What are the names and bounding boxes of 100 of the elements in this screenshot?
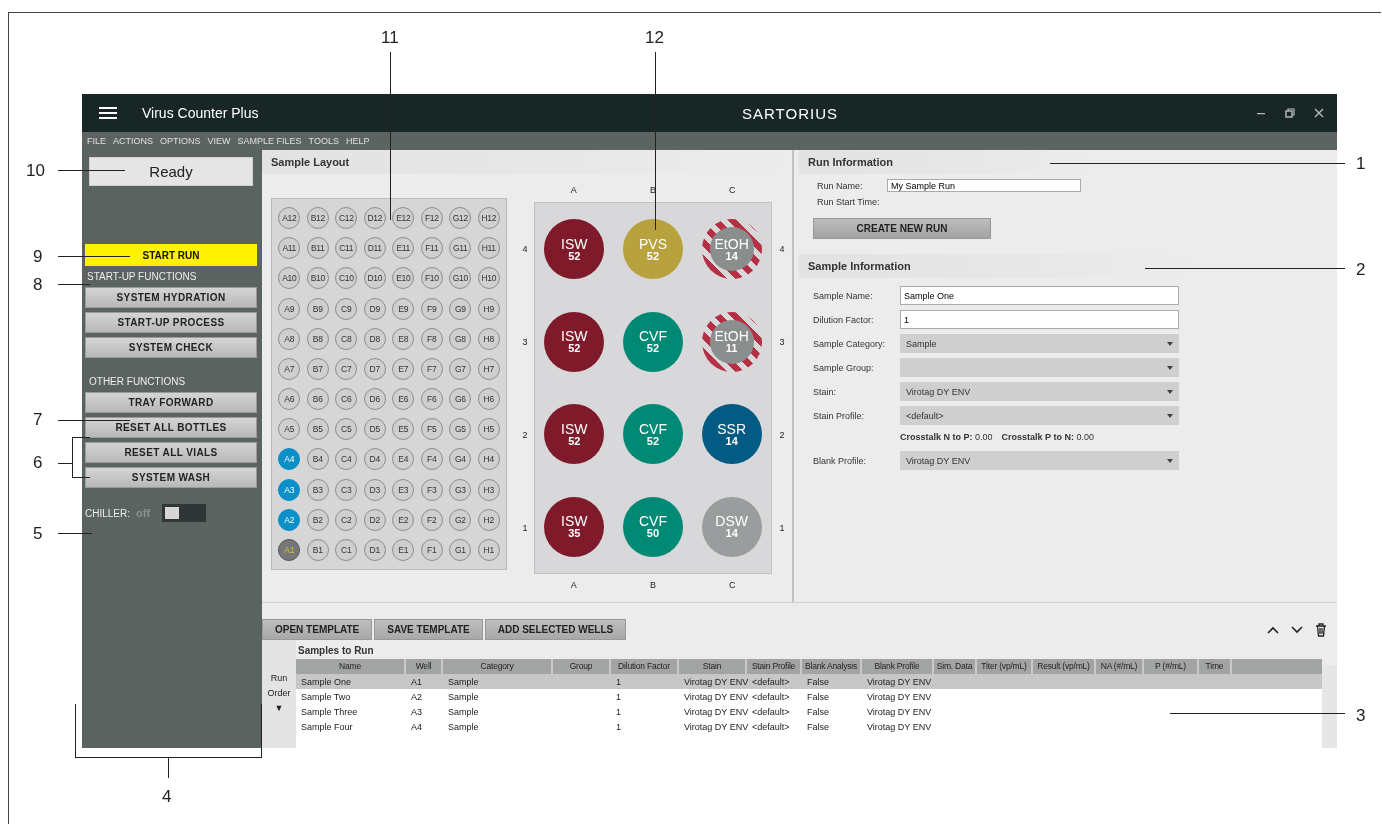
function-button[interactable]: START-UP PROCESS	[85, 312, 257, 333]
restore-icon[interactable]	[1285, 108, 1295, 118]
well[interactable]: G7	[449, 357, 472, 380]
bottle[interactable]: ISW 52	[544, 404, 605, 465]
table-row[interactable]: Sample Two A2 Sample 1 Virotag DY ENV <default> False Virotag DY ENV	[296, 689, 1322, 704]
down-chevron-icon[interactable]	[1291, 625, 1303, 634]
well[interactable]: F5	[420, 418, 443, 441]
well[interactable]: C4	[335, 448, 358, 471]
well[interactable]: G4	[449, 448, 472, 471]
well[interactable]: F10	[420, 267, 443, 290]
function-button[interactable]: RESET ALL BOTTLES	[85, 417, 257, 438]
toolbar-button[interactable]: OPEN TEMPLATE	[262, 619, 373, 640]
well[interactable]: B9	[306, 297, 329, 320]
well[interactable]: C12	[335, 207, 358, 230]
bottle[interactable]: ISW 35	[544, 496, 605, 557]
well[interactable]: B10	[306, 267, 329, 290]
chiller-toggle[interactable]	[162, 504, 207, 522]
well[interactable]: E4	[392, 448, 415, 471]
well[interactable]: D6	[363, 388, 386, 411]
well[interactable]: F3	[420, 478, 443, 501]
menu-item[interactable]: VIEW	[207, 136, 231, 146]
table-row[interactable]: Sample One A1 Sample 1 Virotag DY ENV <default> False Virotag DY ENV	[296, 674, 1322, 689]
function-button[interactable]: SYSTEM WASH	[85, 467, 257, 488]
well[interactable]: F1	[420, 538, 443, 561]
well[interactable]: B12	[306, 207, 329, 230]
well[interactable]: F8	[420, 327, 443, 350]
well[interactable]: F2	[420, 508, 443, 531]
well[interactable]: E1	[392, 538, 415, 561]
scrollbar[interactable]	[1322, 665, 1337, 748]
menu-item[interactable]: ACTIONS	[113, 136, 154, 146]
bottle[interactable]: ISW 52	[544, 219, 605, 280]
well[interactable]: D5	[363, 418, 386, 441]
well[interactable]: H5	[477, 418, 500, 441]
well[interactable]: G10	[449, 267, 472, 290]
input-field[interactable]: 1	[900, 310, 1179, 329]
well[interactable]: E10	[392, 267, 415, 290]
well[interactable]: F4	[420, 448, 443, 471]
toolbar-button[interactable]: SAVE TEMPLATE	[374, 619, 483, 640]
well[interactable]: E8	[392, 327, 415, 350]
dropdown[interactable]: Sample	[900, 334, 1179, 353]
bottle[interactable]: CVF 52	[623, 404, 683, 465]
table-row[interactable]: Sample Three A3 Sample 1 Virotag DY ENV <default> False Virotag DY ENV	[296, 704, 1322, 719]
well[interactable]: C9	[335, 297, 358, 320]
well[interactable]: H12	[477, 207, 500, 230]
well[interactable]: B3	[306, 478, 329, 501]
well[interactable]: E7	[392, 357, 415, 380]
well[interactable]: H1	[477, 538, 500, 561]
well[interactable]: A12	[278, 207, 301, 230]
well[interactable]: A2	[278, 508, 301, 531]
well[interactable]: C6	[335, 388, 358, 411]
menu-item[interactable]: HELP	[345, 136, 370, 146]
bottle[interactable]: CVF 50	[623, 496, 683, 557]
menu-item[interactable]: TOOLS	[308, 136, 339, 146]
well[interactable]: D1	[363, 538, 386, 561]
well[interactable]: G3	[449, 478, 472, 501]
well[interactable]: C8	[335, 327, 358, 350]
menu-item[interactable]: SAMPLE FILES	[237, 136, 302, 146]
menu-icon[interactable]	[99, 107, 117, 119]
well[interactable]: A9	[278, 297, 301, 320]
well[interactable]: C10	[335, 267, 358, 290]
bottle[interactable]: CVF 52	[623, 311, 683, 372]
well[interactable]: H11	[477, 237, 500, 260]
well[interactable]: B1	[306, 538, 329, 561]
well[interactable]: G9	[449, 297, 472, 320]
table-row[interactable]: Sample Four A4 Sample 1 Virotag DY ENV <default> False Virotag DY ENV	[296, 719, 1322, 734]
well[interactable]: B2	[306, 508, 329, 531]
well[interactable]: E11	[392, 237, 415, 260]
well[interactable]: G8	[449, 327, 472, 350]
input-field[interactable]: Sample One	[900, 286, 1179, 305]
well[interactable]: E9	[392, 297, 415, 320]
function-button[interactable]: SYSTEM HYDRATION	[85, 287, 257, 308]
well[interactable]: H3	[477, 478, 500, 501]
up-chevron-icon[interactable]	[1267, 625, 1279, 634]
well[interactable]: G11	[449, 237, 472, 260]
well[interactable]: C2	[335, 508, 358, 531]
dropdown[interactable]: Virotag DY ENV	[900, 451, 1179, 470]
well[interactable]: F6	[420, 388, 443, 411]
well[interactable]: D11	[363, 237, 386, 260]
well[interactable]: C11	[335, 237, 358, 260]
well[interactable]: A10	[278, 267, 301, 290]
function-button[interactable]: SYSTEM CHECK	[85, 337, 257, 358]
well[interactable]: H6	[477, 388, 500, 411]
well[interactable]: C7	[335, 357, 358, 380]
well[interactable]: A6	[278, 388, 301, 411]
well[interactable]: A11	[278, 237, 301, 260]
function-button[interactable]: RESET ALL VIALS	[85, 442, 257, 463]
well[interactable]: F11	[420, 237, 443, 260]
well[interactable]: E6	[392, 388, 415, 411]
menu-item[interactable]: FILE	[87, 136, 106, 146]
trash-icon[interactable]	[1315, 622, 1327, 637]
well[interactable]: C1	[335, 538, 358, 561]
well[interactable]: D12	[363, 207, 386, 230]
well[interactable]: B6	[306, 388, 329, 411]
well[interactable]: A5	[278, 418, 301, 441]
well[interactable]: H8	[477, 327, 500, 350]
well[interactable]: E2	[392, 508, 415, 531]
well[interactable]: H10	[477, 267, 500, 290]
well[interactable]: C5	[335, 418, 358, 441]
well[interactable]: F9	[420, 297, 443, 320]
well[interactable]: A4	[278, 448, 301, 471]
